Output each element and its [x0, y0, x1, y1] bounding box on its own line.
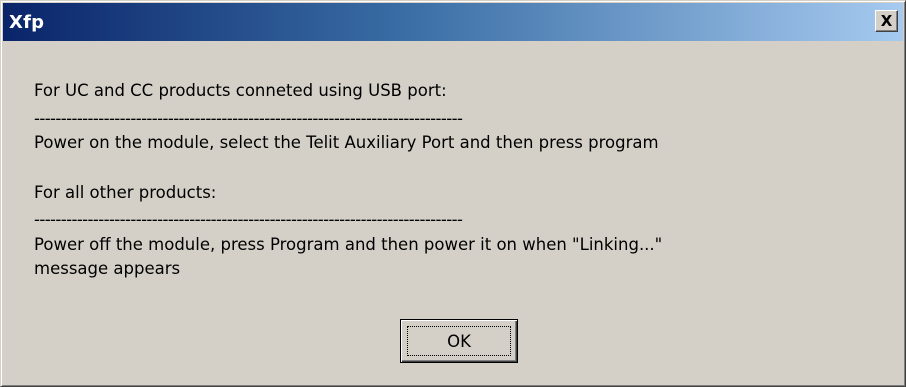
separator-line-1: ----------------------------------------… — [34, 109, 463, 128]
message-line-other-header: For all other products: — [34, 183, 217, 202]
close-button[interactable]: X — [875, 10, 898, 32]
message-dialog: Xfp X For UC and CC products conneted us… — [0, 0, 906, 387]
ok-button-label: OK — [447, 331, 471, 351]
message-line-other-instructions: Power off the module, press Program and … — [34, 235, 663, 254]
close-icon: X — [880, 11, 893, 30]
message-line-usb-instructions: Power on the module, select the Telit Au… — [34, 133, 659, 152]
separator-line-2: ----------------------------------------… — [34, 210, 463, 229]
message-line-other-instructions-cont: message appears — [34, 259, 181, 278]
ok-button[interactable]: OK — [400, 319, 518, 363]
message-line-usb-header: For UC and CC products conneted using US… — [34, 81, 447, 100]
window-title: Xfp — [9, 11, 45, 33]
title-bar[interactable]: Xfp X — [3, 3, 903, 41]
